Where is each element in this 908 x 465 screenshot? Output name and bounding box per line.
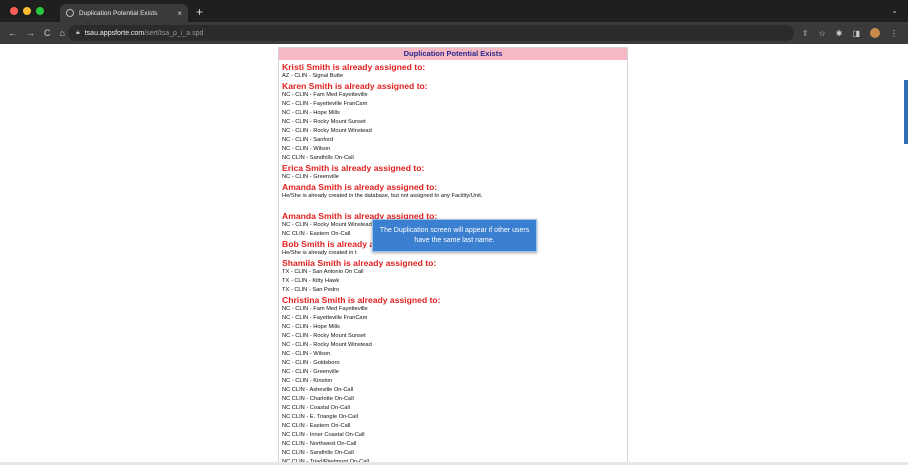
assignment-title: Shamila Smith is already assigned to:	[282, 258, 437, 268]
facility-item: NC - CLIN - Fayetteville FranCam	[282, 101, 368, 107]
facility-item: NC - CLIN - Rocky Mount Sunset	[282, 119, 366, 125]
assignment-title: Erica Smith is already assigned to:	[282, 163, 425, 173]
facility-item: NC CLIN - E. Triangle On-Call	[282, 414, 358, 420]
facility-item: NC - CLIN - Fam Med Fayetteville	[282, 306, 368, 312]
toolbar-icons: ⇪ ☆ ✱ ◨ ⋮	[802, 28, 908, 38]
help-tooltip: The Duplication screen will appear if ot…	[372, 219, 537, 252]
facility-item: NC CLIN - Sandhills On-Call	[282, 450, 354, 456]
url-host: tsau.appsforte.com	[84, 29, 145, 37]
facility-item: NC CLIN - Asheville On-Call	[282, 387, 354, 393]
share-icon[interactable]: ⇪	[802, 29, 809, 38]
facility-item: NC CLIN - Charlotte On-Call	[282, 396, 354, 402]
assignment-title: Karen Smith is already assigned to:	[282, 81, 428, 91]
facility-item: NC - CLIN - Sanford	[282, 137, 334, 143]
page-viewport: Duplication Potential Exists Kristi Smit…	[0, 44, 908, 465]
facility-item: NC - CLIN - Fayetteville FranCam	[282, 315, 368, 321]
facility-item: TX - CLIN - Kitty Hawk	[282, 278, 340, 284]
globe-icon	[66, 9, 74, 17]
new-tab-button[interactable]: +	[188, 5, 203, 22]
more-menu-icon[interactable]: ⋮	[890, 29, 898, 38]
facility-item: NC - CLIN - Rocky Mount Winstead	[282, 128, 372, 134]
facility-item: NC - CLIN - Greenville	[282, 174, 339, 180]
side-panel-icon[interactable]: ◨	[852, 29, 860, 38]
facility-item: NC - CLIN - Wilson	[282, 351, 331, 357]
browser-tab-bar: Duplication Potential Exists × + ⌄	[0, 0, 908, 22]
facility-item: NC CLIN - Coastal On-Call	[282, 405, 350, 411]
facility-item: NC - CLIN - Greenville	[282, 369, 339, 375]
address-bar[interactable]: 🔒︎ tsau.appsforte.com /sert/tsa_p_i_a.sp…	[68, 25, 794, 41]
facility-item: NC - CLIN - Kinston	[282, 378, 333, 384]
duplication-panel: Duplication Potential Exists Kristi Smit…	[278, 47, 628, 465]
window-controls	[0, 7, 60, 22]
back-icon[interactable]: ←	[8, 28, 17, 38]
facility-item: NC - CLIN - Goldsboro	[282, 360, 340, 366]
panel-header: Duplication Potential Exists	[279, 48, 627, 60]
facility-item: NC CLIN - Sandhills On-Call	[282, 155, 354, 161]
star-icon[interactable]: ☆	[819, 29, 826, 38]
close-tab-icon[interactable]: ×	[177, 9, 182, 18]
facility-item: TX - CLIN - San Pedro	[282, 287, 340, 293]
facility-item: AZ - CLIN - Signal Butte	[282, 73, 344, 79]
assignment-title: Amanda Smith is already assigned to:	[282, 182, 438, 192]
chevron-down-icon[interactable]: ⌄	[891, 6, 898, 15]
lock-icon[interactable]: 🔒︎	[76, 29, 80, 37]
side-tab-accent[interactable]	[904, 80, 908, 144]
facility-item: NC - CLIN - Rocky Mount Winstead	[282, 342, 372, 348]
facility-item: TX - CLIN - San Antonio On Call	[282, 269, 364, 275]
assignment-title: Christina Smith is already assigned to:	[282, 295, 441, 305]
facility-item: NC CLIN - Northwest On-Call	[282, 441, 357, 447]
browser-tab[interactable]: Duplication Potential Exists ×	[60, 4, 188, 22]
tooltip-text: The Duplication screen will appear if ot…	[379, 227, 530, 244]
facility-item: NC - CLIN - Rocky Mount Sunset	[282, 333, 366, 339]
profile-avatar[interactable]	[870, 28, 880, 38]
close-window-button[interactable]	[10, 7, 18, 15]
facility-item: NC - CLIN - Hope Mills	[282, 324, 340, 330]
minimize-window-button[interactable]	[23, 7, 31, 15]
tab-title: Duplication Potential Exists	[79, 9, 158, 17]
maximize-window-button[interactable]	[36, 7, 44, 15]
home-icon[interactable]: ⌂	[60, 28, 65, 38]
facility-item: NC - CLIN - Hope Mills	[282, 110, 340, 116]
forward-icon[interactable]: →	[26, 28, 35, 38]
extensions-icon[interactable]: ✱	[836, 29, 843, 38]
facility-item: NC CLIN - Inner Coastal On-Call	[282, 432, 365, 438]
facility-item: NC - CLIN - Wilson	[282, 146, 331, 152]
browser-toolbar: ← → C ⌂ 🔒︎ tsau.appsforte.com /sert/tsa_…	[0, 22, 908, 44]
reload-icon[interactable]: C	[44, 28, 51, 38]
assignment-title: Kristi Smith is already assigned to:	[282, 62, 426, 72]
url-path: /sert/tsa_p_i_a.spd	[144, 29, 204, 37]
facility-item: NC - CLIN - Fam Med Fayetteville	[282, 92, 368, 98]
duplication-list: Kristi Smith is already assigned to: AZ -…	[279, 60, 627, 464]
assignment-note: He/She is already created in the databas…	[282, 193, 483, 199]
nav-buttons: ← → C ⌂	[0, 28, 68, 38]
facility-item: NC CLIN - Eastern On-Call	[282, 423, 351, 429]
